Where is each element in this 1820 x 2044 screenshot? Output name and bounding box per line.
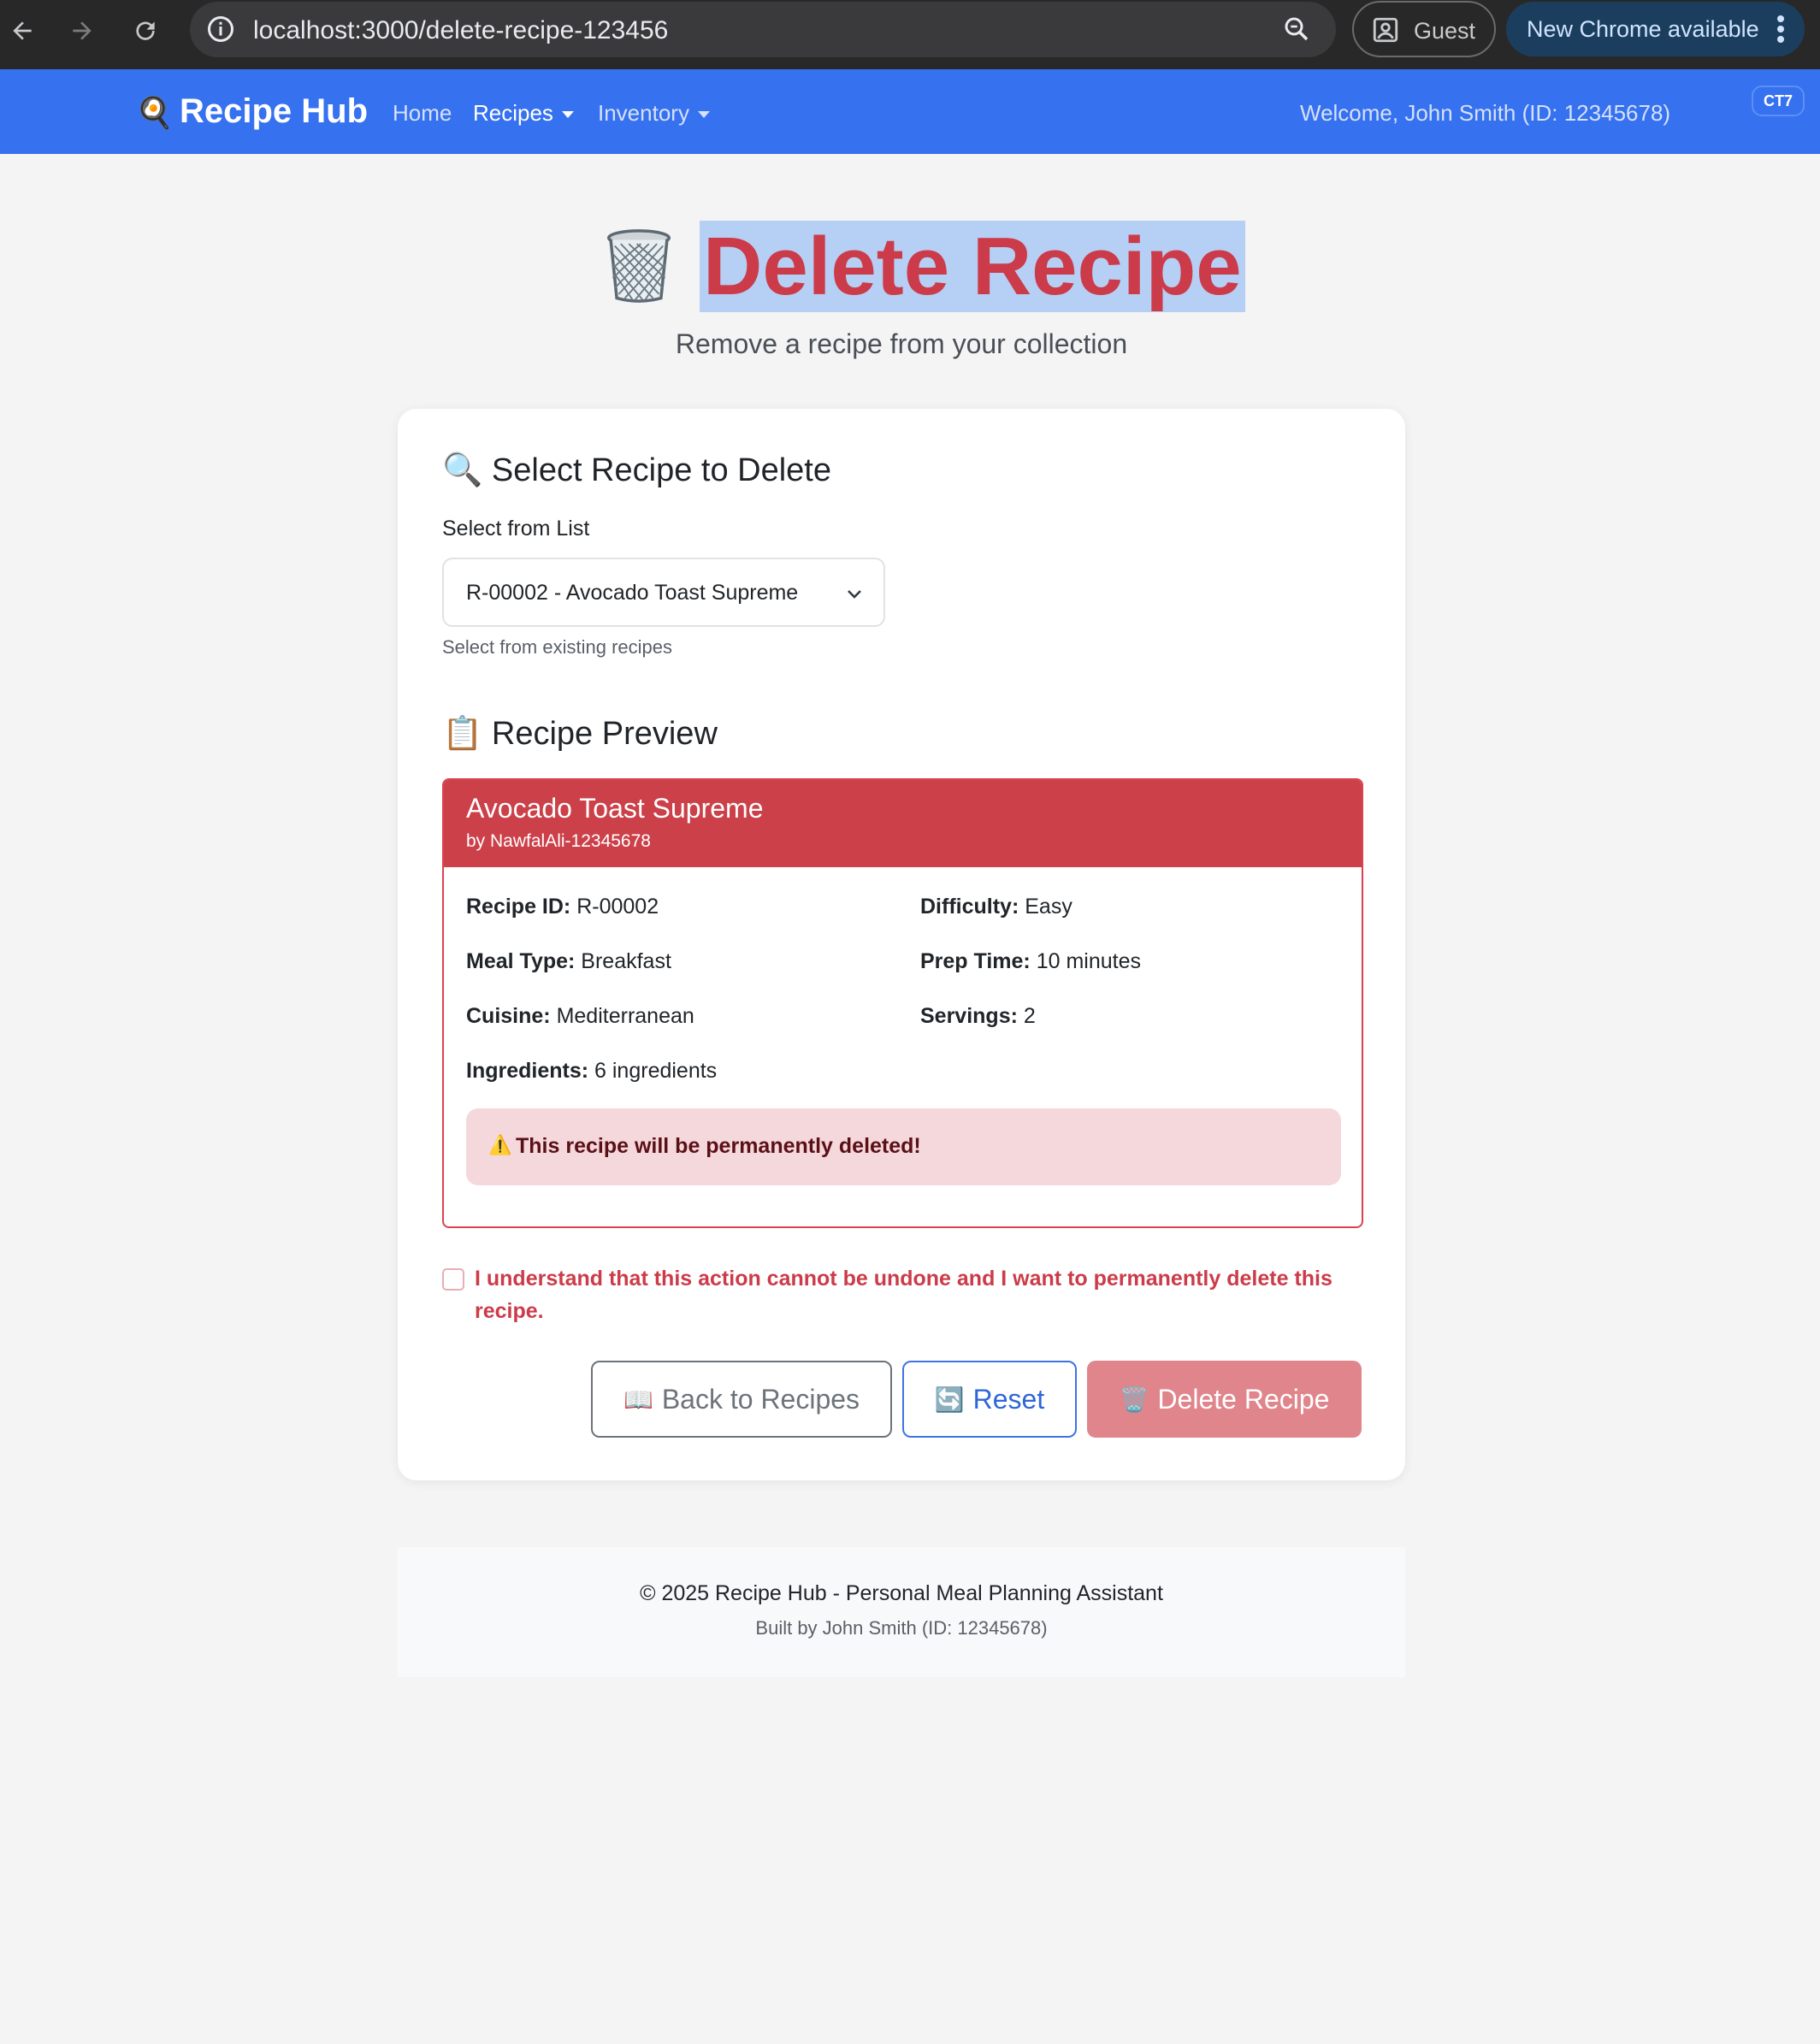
prep-time-value: 10 minutes	[1036, 949, 1141, 973]
footer-copyright: © 2025 Recipe Hub - Personal Meal Planni…	[640, 1581, 1163, 1605]
cuisine-value: Mediterranean	[556, 1004, 694, 1028]
ingredients-field: Ingredients: 6 ingredients	[466, 1059, 717, 1084]
frying-pan-icon: 🍳	[135, 95, 174, 130]
profile-icon	[1373, 17, 1398, 43]
warning-icon: ⚠️	[488, 1134, 512, 1155]
nav-inventory-dropdown[interactable]: Inventory	[598, 100, 710, 127]
chrome-update-button[interactable]: New Chrome available	[1506, 2, 1805, 56]
app-navbar: 🍳 Recipe Hub Home Recipes Inventory Welc…	[0, 69, 1820, 154]
reset-button-label: Reset	[972, 1383, 1045, 1415]
select-help-text: Select from existing recipes	[442, 636, 672, 658]
nav-home-label: Home	[393, 100, 452, 126]
zoom-icon[interactable]	[1281, 14, 1312, 44]
ingredients-label: Ingredients:	[466, 1059, 589, 1083]
preview-header: Avocado Toast Supreme by NawfalAli-12345…	[444, 780, 1362, 867]
prep-time-field: Prep Time: 10 minutes	[920, 949, 1141, 974]
delete-warning-alert: ⚠️ This recipe will be permanently delet…	[466, 1108, 1341, 1185]
more-vert-icon[interactable]	[1769, 12, 1793, 46]
guest-label: Guest	[1414, 18, 1476, 44]
select-heading-label: Select Recipe to Delete	[491, 452, 831, 488]
servings-field: Servings: 2	[920, 1004, 1036, 1029]
select-label: Select from List	[442, 517, 590, 541]
nav-recipes-label: Recipes	[473, 100, 553, 126]
difficulty-value: Easy	[1025, 895, 1072, 919]
update-label: New Chrome available	[1527, 16, 1759, 42]
nav-home-link[interactable]: Home	[393, 100, 452, 127]
page-footer: © 2025 Recipe Hub - Personal Meal Planni…	[398, 1547, 1405, 1677]
magnifier-icon: 🔍	[442, 452, 483, 488]
recipe-id-label: Recipe ID:	[466, 895, 571, 919]
footer-credit: Built by John Smith (ID: 12345678)	[755, 1617, 1048, 1639]
brand-link[interactable]: Recipe Hub	[180, 92, 368, 131]
chevron-down-icon	[848, 590, 861, 599]
cuisine-field: Cuisine: Mediterranean	[466, 1004, 694, 1029]
recipe-select-value[interactable]: R-00002 - Avocado Toast Supreme	[466, 581, 798, 606]
meal-type-label: Meal Type:	[466, 949, 576, 973]
recipe-id-field: Recipe ID: R-00002	[466, 895, 659, 919]
preview-heading-label: Recipe Preview	[491, 716, 718, 752]
guest-profile-button[interactable]: Guest	[1352, 1, 1496, 57]
forward-arrow-icon[interactable]	[63, 12, 101, 50]
nav-inventory-label: Inventory	[598, 100, 689, 126]
recipe-author: by NawfalAli-12345678	[466, 831, 651, 851]
refresh-icon: 🔄	[934, 1385, 965, 1413]
preview-section-heading: 📋 Recipe Preview	[442, 715, 718, 753]
ingredients-value: 6 ingredients	[594, 1059, 718, 1083]
confirm-delete-label[interactable]: I understand that this action cannot be …	[475, 1262, 1373, 1327]
prep-time-label: Prep Time:	[920, 949, 1031, 973]
page-header: Delete Recipe	[0, 221, 1820, 315]
welcome-text: Welcome, John Smith (ID: 12345678)	[1300, 100, 1671, 126]
wastebasket-icon: 🗑️	[1119, 1385, 1149, 1413]
servings-label: Servings:	[920, 1004, 1018, 1028]
delete-recipe-button[interactable]: 🗑️ Delete Recipe	[1087, 1361, 1362, 1438]
wastebasket-icon	[606, 229, 671, 303]
url-text[interactable]: localhost:3000/delete-recipe-123456	[253, 16, 668, 45]
recipe-name: Avocado Toast Supreme	[466, 793, 764, 824]
delete-recipe-card: 🔍 Select Recipe to Delete Select from Li…	[398, 409, 1405, 1480]
address-bar[interactable]: localhost:3000/delete-recipe-123456	[190, 2, 1336, 57]
ct7-badge[interactable]: CT7	[1752, 86, 1805, 116]
caret-down-icon	[697, 111, 710, 119]
delete-button-label: Delete Recipe	[1157, 1383, 1330, 1415]
reset-button[interactable]: 🔄 Reset	[902, 1361, 1077, 1438]
recipe-preview: Avocado Toast Supreme by NawfalAli-12345…	[442, 778, 1363, 1228]
clipboard-icon: 📋	[442, 716, 483, 752]
caret-down-icon	[561, 111, 574, 119]
back-to-recipes-button[interactable]: 📖 Back to Recipes	[591, 1361, 892, 1438]
back-arrow-icon[interactable]	[3, 12, 41, 50]
warning-text: This recipe will be permanently deleted!	[516, 1134, 921, 1158]
meal-type-field: Meal Type: Breakfast	[466, 949, 671, 974]
nav-recipes-dropdown[interactable]: Recipes	[473, 100, 574, 127]
recipe-id-value: R-00002	[576, 895, 659, 919]
cuisine-label: Cuisine:	[466, 1004, 551, 1028]
reload-icon[interactable]	[127, 12, 164, 50]
back-button-label: Back to Recipes	[661, 1383, 860, 1415]
difficulty-label: Difficulty:	[920, 895, 1019, 919]
page-subtitle: Remove a recipe from your collection	[675, 328, 1128, 359]
browser-toolbar: localhost:3000/delete-recipe-123456 Gues…	[0, 0, 1820, 69]
page-title: Delete Recipe	[700, 221, 1245, 312]
site-info-icon[interactable]	[205, 14, 236, 44]
difficulty-field: Difficulty: Easy	[920, 895, 1072, 919]
recipe-select[interactable]: R-00002 - Avocado Toast Supreme	[442, 558, 885, 627]
select-section-heading: 🔍 Select Recipe to Delete	[442, 452, 831, 489]
book-icon: 📖	[623, 1385, 653, 1413]
confirm-delete-checkbox[interactable]	[442, 1268, 464, 1291]
servings-value: 2	[1023, 1004, 1036, 1028]
meal-type-value: Breakfast	[581, 949, 671, 973]
